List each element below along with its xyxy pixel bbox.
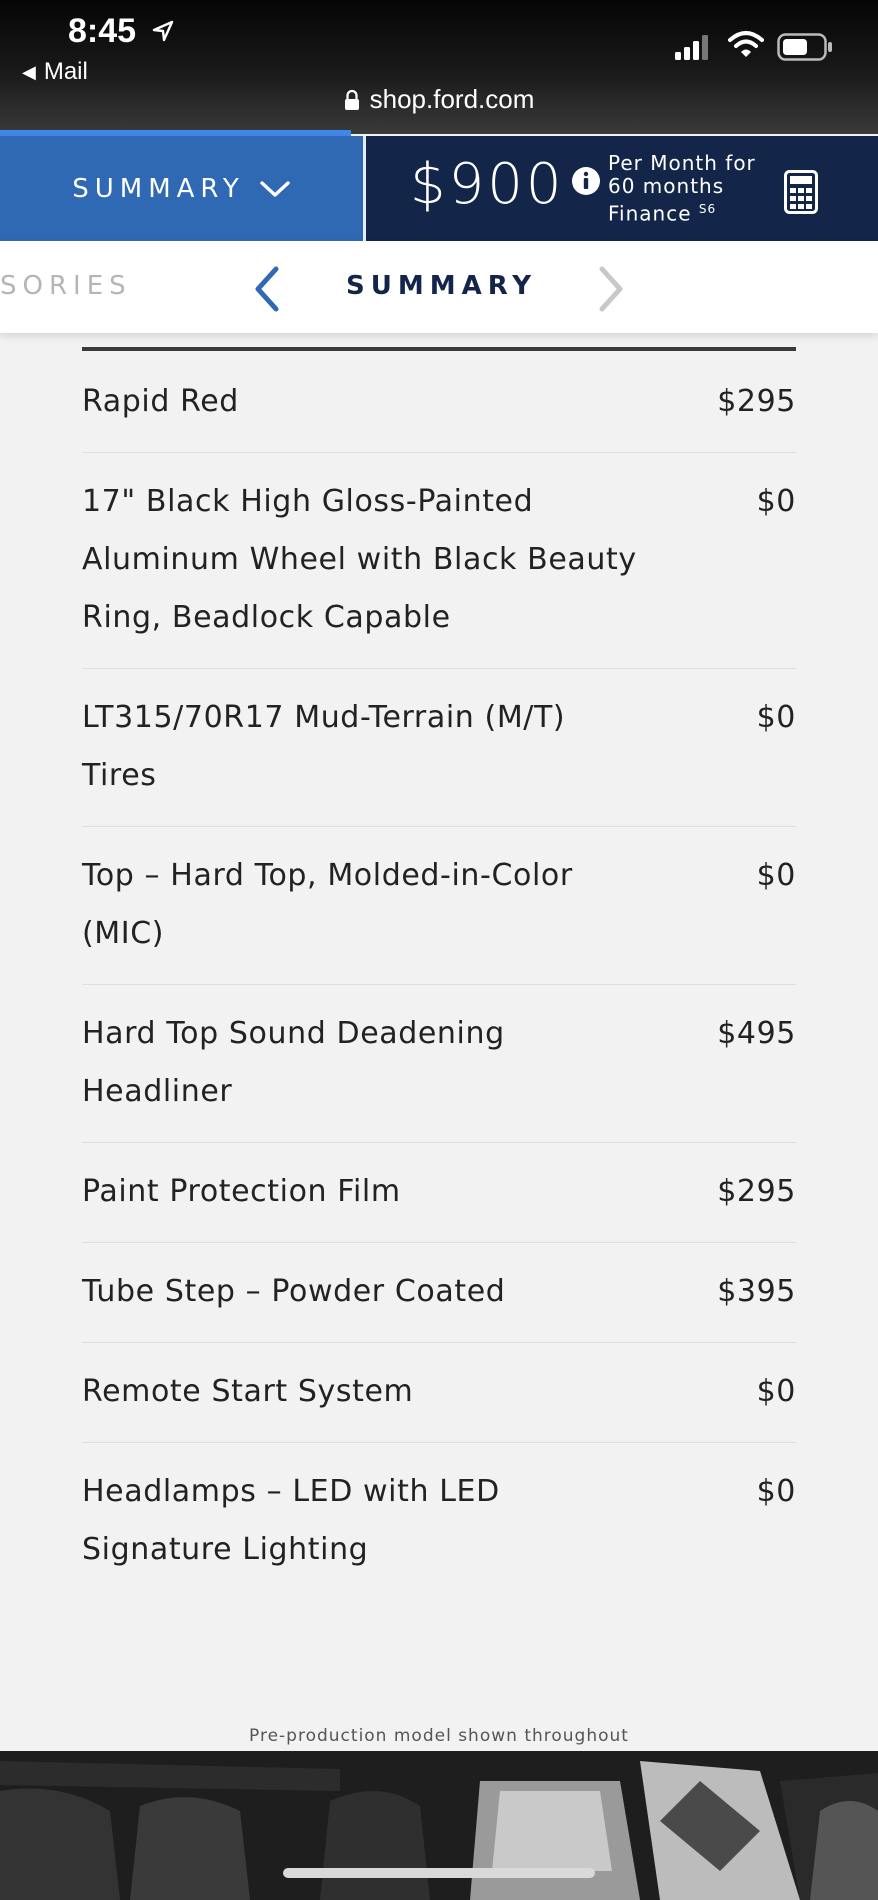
finance-line-2: 60 months — [608, 174, 725, 198]
back-triangle-icon: ◀ — [22, 61, 36, 82]
line-item: Top – Hard Top, Molded-in-Color (MIC) $0 — [82, 827, 796, 985]
line-item-name: Tube Step – Powder Coated — [82, 1274, 506, 1309]
line-item-name: Rapid Red — [82, 384, 239, 419]
chevron-left-icon[interactable] — [250, 265, 284, 313]
line-item-price: $295 — [717, 384, 796, 419]
line-item: LT315/70R17 Mud-Terrain (M/T) Tires $0 — [82, 669, 796, 827]
line-item: 17" Black High Gloss-Painted Aluminum Wh… — [82, 453, 796, 669]
cellular-signal-icon — [675, 35, 708, 60]
finance-terms: Per Month for 60 months Finance S6 — [608, 152, 756, 226]
back-app-label: Mail — [43, 58, 88, 85]
configurator-header: SUMMARY $900 Per Month for 60 months Fin… — [0, 136, 878, 241]
line-item: Tube Step – Powder Coated $395 — [82, 1243, 796, 1343]
line-item-price: $395 — [717, 1274, 796, 1309]
lock-icon — [344, 89, 359, 110]
info-icon[interactable] — [571, 166, 601, 196]
address-bar[interactable]: shop.ford.com — [0, 84, 878, 115]
chevron-down-icon — [260, 180, 290, 197]
wifi-icon — [728, 31, 764, 57]
finance-line-3: Finance S6 — [608, 198, 756, 226]
monthly-price: $900 — [410, 152, 565, 217]
line-item-name: Top – Hard Top, Molded-in-Color (MIC) — [82, 858, 573, 951]
location-arrow-icon — [152, 20, 174, 42]
tab-accessories[interactable]: SORIES — [0, 271, 132, 301]
line-item-price: $295 — [717, 1174, 796, 1209]
summary-dropdown-button[interactable]: SUMMARY — [0, 136, 363, 241]
line-item-price: $0 — [756, 858, 796, 893]
finance-line-1: Per Month for — [608, 151, 756, 175]
line-item-name: 17" Black High Gloss-Painted Aluminum Wh… — [82, 484, 637, 635]
line-item-price: $0 — [756, 1474, 796, 1509]
line-item-price: $0 — [756, 700, 796, 735]
summary-dropdown-label: SUMMARY — [72, 173, 245, 204]
line-item: Paint Protection Film $295 — [82, 1143, 796, 1243]
battery-icon — [777, 33, 832, 61]
section-tab-navigator: SORIES SUMMARY — [0, 241, 878, 333]
line-item: Hard Top Sound Deadening Headliner $495 — [82, 985, 796, 1143]
finance-summary-panel[interactable]: $900 Per Month for 60 months Finance S6 — [366, 136, 878, 241]
calculator-icon[interactable] — [784, 170, 818, 214]
tab-summary[interactable]: SUMMARY — [346, 271, 537, 301]
status-bar: 8:45 ◀ Mail shop.ford.com — [0, 0, 878, 136]
pre-production-disclaimer: Pre-production model shown throughout — [249, 1726, 629, 1746]
line-item-name: Hard Top Sound Deadening Headliner — [82, 1016, 505, 1109]
line-item: Remote Start System $0 — [82, 1343, 796, 1443]
back-to-mail-button[interactable]: ◀ Mail — [22, 58, 88, 86]
line-item-name: LT315/70R17 Mud-Terrain (M/T) Tires — [82, 700, 566, 793]
line-item-price: $0 — [756, 1374, 796, 1409]
line-item: Rapid Red $295 — [82, 351, 796, 453]
clock-time: 8:45 — [68, 12, 137, 50]
line-item-name: Remote Start System — [82, 1374, 414, 1409]
home-indicator[interactable] — [283, 1868, 595, 1878]
url-text: shop.ford.com — [369, 84, 535, 114]
line-item-name: Headlamps – LED with LED Signature Light… — [82, 1474, 500, 1567]
line-item-price: $495 — [717, 1016, 796, 1051]
line-item-name: Paint Protection Film — [82, 1174, 401, 1209]
line-item-price: $0 — [756, 484, 796, 519]
line-item: Headlamps – LED with LED Signature Light… — [82, 1443, 796, 1600]
chevron-right-icon[interactable] — [594, 265, 628, 313]
finance-footnote: S6 — [698, 202, 717, 216]
finance-line-3-text: Finance — [608, 201, 692, 226]
summary-line-items: Rapid Red $295 17" Black High Gloss-Pain… — [82, 347, 796, 1600]
